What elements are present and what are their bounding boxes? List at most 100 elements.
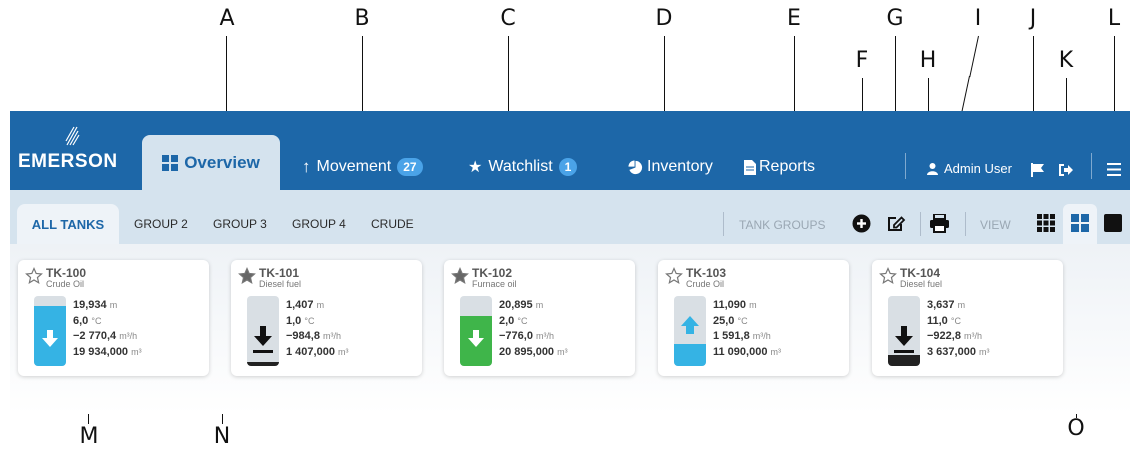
tab-group-2[interactable]: GROUP 2 [134,217,188,231]
view-small-grid-button[interactable] [1035,212,1057,234]
toolbar-divider-2 [920,212,921,236]
tank-name: TK-101 [259,266,300,280]
tank-card-tk-102[interactable]: TK-102 Furnace oil 20,895 m 2,0 °C −776,… [444,260,635,376]
tank-name: TK-104 [900,266,941,280]
logout-button[interactable] [1058,163,1073,182]
tank-groups-label: TANK GROUPS [739,218,826,232]
callout-l: L [1107,6,1121,31]
level-value: 1,407 m [286,299,325,311]
volume-value: 11 090,000 m³ [713,345,782,358]
tank-values: 20,895 m 2,0 °C −776,0 m³/h 20 895,000 m… [499,298,568,360]
tab-movement-label: Movement [316,158,392,175]
flow-direction-icon [468,330,484,347]
user-icon [927,162,938,175]
flow-rate-value: 1 591,8 m³/h [713,330,771,342]
callout-m: M [79,424,99,449]
watchlist-count-badge: 1 [558,158,578,176]
temperature-value: 11,0 °C [927,314,961,327]
grid-icon [162,154,179,171]
tank-level-graphic [34,296,66,366]
tank-card-tk-101[interactable]: TK-101 Diesel fuel 1,407 m 1,0 °C −984,8… [231,260,422,376]
main-menu-button[interactable] [1107,163,1121,181]
callout-e: E [787,6,801,31]
tank-overview-area: TK-100 Crude Oil 19,934 m 6,0 °C −2 770,… [10,244,1130,414]
callout-k: K [1058,48,1074,73]
movement-count-badge: 27 [397,158,423,176]
callout-j: J [1029,6,1037,31]
tab-overview[interactable]: Overview [142,135,280,190]
callout-h: H [919,48,937,73]
tank-card-tk-104[interactable]: TK-104 Diesel fuel 3,637 m 11,0 °C −922,… [872,260,1063,376]
volume-value: 19 934,000 m³ [73,345,142,358]
edit-group-button[interactable] [886,214,906,238]
add-group-button[interactable] [852,214,871,238]
emerson-logo: EMERSON [18,126,128,183]
tank-name: TK-103 [686,266,727,280]
level-value: 20,895 m [499,299,544,311]
tab-all-tanks[interactable]: ALL TANKS [17,204,119,244]
callout-g: G [886,6,904,31]
tank-name: TK-100 [46,266,87,280]
flow-rate-value: −776,0 m³/h [499,330,555,342]
volume-value: 1 407,000 m³ [286,345,349,358]
tank-values: 3,637 m 11,0 °C −922,8 m³/h 3 637,000 m³ [927,298,990,360]
tank-card-tk-100[interactable]: TK-100 Crude Oil 19,934 m 6,0 °C −2 770,… [18,260,209,376]
flow-rate-value: −922,8 m³/h [927,330,983,342]
top-nav-bar: EMERSON Overview ↑ Movement 27 ★ Watchli… [10,111,1130,190]
volume-value: 20 895,000 m³ [499,345,568,358]
temperature-value: 25,0 °C [713,314,748,327]
tank-product: Diesel fuel [900,279,943,289]
small-grid-icon [1037,214,1055,232]
level-value: 19,934 m [73,299,118,311]
tab-inventory[interactable]: Inventory [628,155,713,179]
flow-direction-icon [253,326,273,353]
tab-crude[interactable]: CRUDE [371,217,414,231]
level-value: 3,637 m [927,299,966,311]
tank-card-tk-103[interactable]: TK-103 Crude Oil 11,090 m 25,0 °C 1 591,… [658,260,849,376]
tank-level-graphic [674,296,706,366]
callout-d: D [655,6,673,31]
view-medium-grid-button[interactable] [1063,204,1097,244]
user-menu[interactable]: Admin User [927,161,1012,176]
tab-inventory-label: Inventory [647,158,713,175]
logo-text: EMERSON [18,151,118,172]
star-icon[interactable] [665,267,683,285]
logout-icon [1059,164,1073,176]
view-single-tile-button[interactable] [1102,212,1124,234]
toolbar-divider-3 [965,212,966,236]
volume-value: 3 637,000 m³ [927,345,990,358]
tank-group-toolbar: ALL TANKS GROUP 2 GROUP 3 GROUP 4 CRUDE … [10,190,1130,244]
star-icon[interactable] [238,267,256,285]
tab-reports[interactable]: Reports [744,155,815,179]
star-icon[interactable] [451,267,469,285]
tab-reports-label: Reports [759,158,816,175]
callout-b: B [354,6,370,31]
nav-divider-2 [1091,153,1092,179]
callout-o: O [1067,416,1085,441]
leader-line-i [969,35,980,78]
pie-chart-icon [628,159,643,174]
callout-f: F [855,48,869,73]
tank-level-graphic [888,296,920,366]
tab-group-3[interactable]: GROUP 3 [213,217,267,231]
tab-group-4[interactable]: GROUP 4 [292,217,346,231]
tank-name: TK-102 [472,266,513,280]
tank-product: Furnace oil [472,279,517,289]
tab-watchlist[interactable]: ★ Watchlist 1 [468,155,578,179]
tab-movement[interactable]: ↑ Movement 27 [302,155,423,179]
flag-button[interactable] [1031,163,1045,182]
hamburger-menu-icon [1107,163,1121,176]
tab-overview-label: Overview [184,152,260,172]
large-grid-icon [1071,214,1089,232]
star-icon[interactable] [879,267,897,285]
flow-direction-icon [894,326,914,353]
tank-level-graphic [247,296,279,366]
tank-product: Crude Oil [46,279,85,289]
edit-icon [888,216,906,231]
print-button[interactable] [930,213,949,238]
star-icon[interactable] [25,267,43,285]
flow-direction-icon [42,330,58,347]
document-icon [744,159,756,175]
callout-a: A [219,6,235,31]
toolbar-divider-1 [723,212,724,236]
